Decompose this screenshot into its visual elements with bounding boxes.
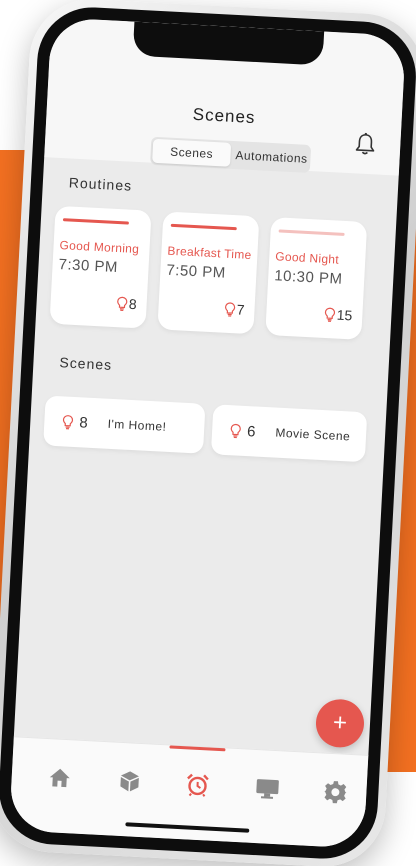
lightbulb-icon — [325, 307, 336, 322]
light-count-value: 15 — [336, 306, 353, 324]
routine-accent-bar — [62, 218, 129, 225]
routine-name: Breakfast Time — [167, 243, 252, 263]
routine-accent-bar — [170, 223, 237, 231]
routine-light-count: 15 — [324, 306, 353, 324]
lightbulb-icon — [62, 414, 74, 429]
routine-light-count: 8 — [116, 295, 137, 312]
routines-section-label: Routines — [68, 174, 133, 194]
alarm-clock-icon[interactable] — [183, 770, 212, 799]
phone-mockup: Scenes Scenes Automations Routines Good … — [0, 0, 416, 866]
bell-icon[interactable] — [354, 131, 377, 156]
segmented-control: Scenes Automations — [149, 136, 312, 173]
routine-card-good-morning[interactable]: Good Morning 7:30 PM 8 — [49, 205, 152, 329]
bottom-tab-bar — [8, 736, 369, 849]
tab-scenes[interactable]: Scenes — [152, 138, 232, 167]
routine-time: 7:30 PM — [58, 255, 119, 277]
routine-light-count: 7 — [224, 301, 245, 318]
gear-icon[interactable] — [321, 777, 350, 806]
routine-name: Good Night — [274, 249, 340, 267]
scene-light-count: 6 — [246, 422, 256, 440]
routine-card-breakfast-time[interactable]: Breakfast Time 7:50 PM 7 — [157, 211, 260, 335]
routine-time: 7:50 PM — [166, 261, 227, 282]
routine-accent-bar — [278, 229, 345, 236]
lightbulb-icon — [117, 296, 128, 311]
stage: Scenes Scenes Automations Routines Good … — [0, 0, 416, 866]
cube-icon[interactable] — [115, 767, 144, 796]
routine-time: 10:30 PM — [273, 267, 343, 288]
home-indicator — [124, 822, 249, 833]
scene-card-movie-scene[interactable]: 6 Movie Scene — [210, 404, 368, 463]
page-title: Scenes — [192, 104, 256, 128]
routine-card-good-night[interactable]: Good Night 10:30 PM 15 — [265, 217, 368, 340]
monitor-icon[interactable] — [253, 774, 282, 803]
active-tab-indicator — [169, 745, 226, 752]
lightbulb-icon — [230, 423, 241, 438]
app-screen: Scenes Scenes Automations Routines Good … — [8, 17, 407, 849]
home-icon[interactable] — [45, 763, 74, 792]
light-count-value: 8 — [128, 295, 138, 313]
light-count-value: 7 — [236, 301, 245, 318]
scene-name: I'm Home! — [107, 416, 167, 434]
scene-name: Movie Scene — [275, 425, 351, 444]
lightbulb-icon — [225, 301, 236, 317]
tab-automations[interactable]: Automations — [232, 141, 311, 173]
scenes-section-label: Scenes — [59, 354, 113, 373]
scene-light-count: 8 — [78, 413, 89, 432]
scene-card-im-home[interactable]: 8 I'm Home! — [43, 395, 206, 454]
add-button[interactable]: + — [314, 698, 366, 749]
routine-name: Good Morning — [59, 238, 140, 257]
